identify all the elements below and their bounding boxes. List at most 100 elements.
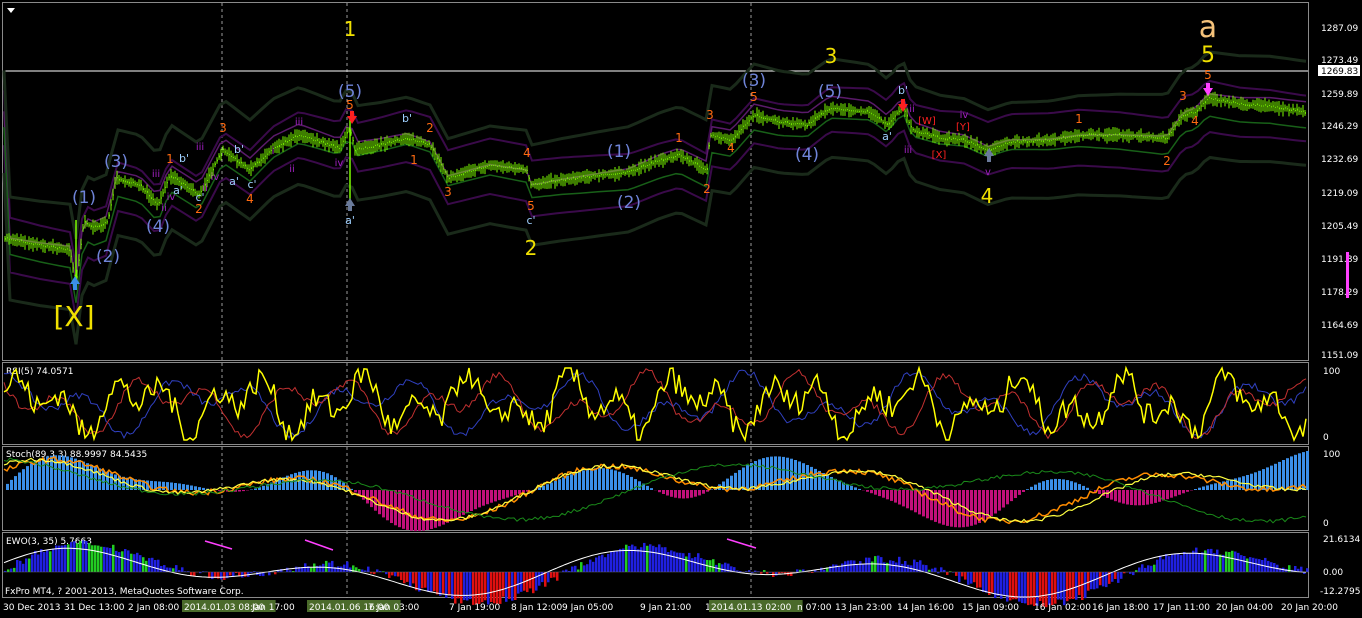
- ewo-bar-negative: [424, 572, 427, 588]
- ewo-bar-positive: [664, 547, 667, 572]
- candle-body: [109, 215, 110, 217]
- candle-body: [155, 202, 156, 203]
- candle-body: [1197, 110, 1198, 112]
- ewo-bar-positive: [331, 561, 334, 572]
- ewo-bar-negative: [961, 572, 964, 576]
- candle-body: [367, 148, 368, 149]
- wave-label-sub-2d: 2: [1163, 154, 1171, 168]
- candle-body: [43, 246, 44, 247]
- ewo-bar-negative: [1117, 572, 1120, 583]
- ewo-bar-positive: [10, 569, 13, 573]
- stoch-bar-negative: [1006, 490, 1009, 504]
- stoch-bar-negative: [434, 490, 437, 528]
- ewo-bar-positive: [1138, 568, 1141, 573]
- candle-body: [599, 175, 600, 176]
- candle-body: [845, 110, 846, 111]
- ewo-bar-negative: [1069, 572, 1072, 599]
- chart-menu-triangle-icon[interactable]: [7, 8, 15, 13]
- candle-body: [137, 184, 138, 185]
- candle-body: [447, 176, 448, 177]
- ewo-bar-negative: [1015, 572, 1018, 599]
- ewo-bar-positive: [43, 552, 46, 572]
- ewo-bar-negative: [1102, 572, 1105, 586]
- price-range-marker: [1346, 252, 1349, 298]
- candle-body: [433, 149, 434, 151]
- candle-body: [1061, 138, 1062, 139]
- ewo-bar-negative: [487, 572, 490, 605]
- ewo-bar-positive: [343, 565, 346, 572]
- stoch-bar-negative: [1022, 490, 1025, 492]
- candle-body: [1249, 105, 1250, 107]
- stoch-bar-positive: [1042, 481, 1045, 490]
- stoch-bar-positive: [1306, 451, 1309, 490]
- stoch-bar-negative: [870, 490, 873, 493]
- candle-body: [299, 135, 300, 136]
- ewo-bar-negative: [1099, 572, 1102, 585]
- ewo-bar-positive: [661, 547, 664, 572]
- stoch-bar-negative: [1010, 490, 1013, 501]
- stoch-bar-negative: [506, 490, 509, 498]
- ewo-bar-negative: [478, 572, 481, 604]
- candle-body: [89, 225, 90, 226]
- ewo-bar-positive: [925, 565, 928, 572]
- stoch-bar-positive: [790, 459, 793, 490]
- candle-body: [1247, 105, 1248, 106]
- candle-body: [1239, 104, 1240, 105]
- ewo-bar-positive: [604, 557, 607, 572]
- candle-body: [583, 175, 584, 177]
- ewo-bar-positive: [181, 567, 184, 572]
- candle-body: [815, 117, 816, 119]
- stoch-bar-positive: [102, 470, 105, 490]
- candle-body: [497, 166, 498, 167]
- candle-body: [429, 143, 430, 145]
- candle-body: [339, 148, 340, 149]
- candle-body: [865, 112, 866, 113]
- stoch-bar-positive: [1046, 480, 1049, 490]
- candle-body: [949, 137, 950, 139]
- candle-body: [395, 140, 396, 141]
- wave-label-sub-2c: 2: [703, 182, 711, 196]
- wave-label-sub-2: 2: [195, 202, 203, 216]
- candle-body: [53, 245, 54, 247]
- candle-body: [61, 248, 62, 249]
- candle-body: [813, 121, 814, 122]
- ewo-bar-negative: [442, 572, 445, 594]
- candle-body: [881, 119, 882, 121]
- stoch-bar-positive: [1286, 458, 1289, 490]
- candle-body: [539, 184, 540, 185]
- ewo-bar-positive: [313, 564, 316, 573]
- stoch-bar-positive: [638, 481, 641, 490]
- stoch-bar-positive: [538, 487, 541, 490]
- stoch-bar-positive: [622, 473, 625, 490]
- stoch-bar-positive: [858, 489, 861, 490]
- rsi-lines: [4, 368, 1306, 440]
- candle-body: [551, 180, 552, 182]
- candle-body: [739, 131, 740, 132]
- ewo-bar-positive: [1165, 554, 1168, 572]
- ewo-bar-positive: [853, 561, 856, 573]
- stoch-bar-negative: [1174, 490, 1177, 496]
- stoch-bar-positive: [782, 457, 785, 490]
- wave-label-5-top: 5: [1201, 43, 1215, 68]
- ewo-bar-negative: [397, 572, 400, 577]
- stoch-bar-positive: [1038, 483, 1041, 490]
- stoch-bar-positive: [810, 467, 813, 490]
- candle-body: [239, 162, 240, 164]
- stoch-bar-negative: [1014, 490, 1017, 498]
- candle-body: [1233, 101, 1234, 103]
- wave-label-2: 2: [525, 236, 538, 260]
- time-tick: 16 Jan 18:00: [1092, 603, 1149, 613]
- stoch-bar-negative: [658, 490, 661, 492]
- stoch-bar-negative: [486, 490, 489, 504]
- price-tick: 1205.49: [1321, 222, 1358, 232]
- stoch-bar-positive: [1294, 455, 1297, 490]
- candle-body: [751, 117, 752, 118]
- candle-body: [897, 113, 898, 114]
- ewo-bar-negative: [1084, 572, 1087, 598]
- stoch-bar-negative: [382, 490, 385, 517]
- stoch-bar-positive: [838, 481, 841, 490]
- candle-body: [915, 131, 916, 132]
- candle-body: [1161, 138, 1162, 139]
- candle-body: [317, 139, 318, 141]
- candle-body: [943, 138, 944, 139]
